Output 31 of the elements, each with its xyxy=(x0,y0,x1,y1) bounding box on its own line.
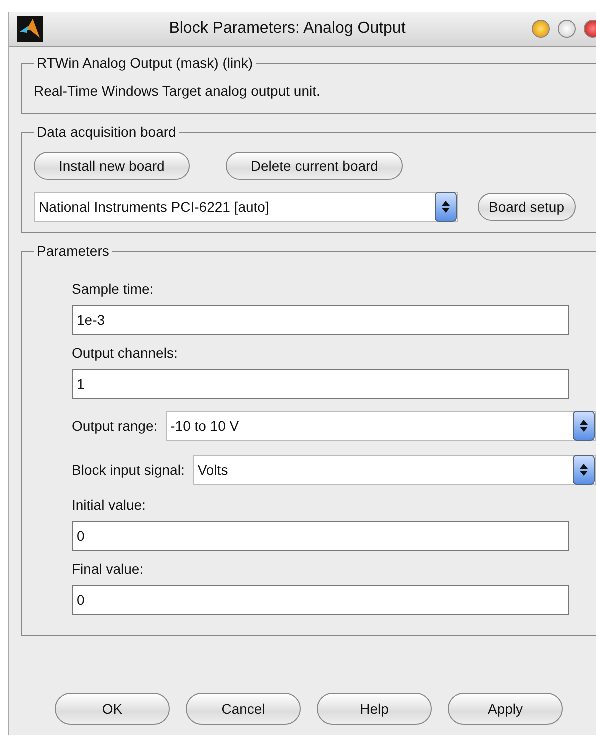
input-field[interactable]: 0 xyxy=(72,585,569,615)
zoom-button[interactable] xyxy=(558,20,576,38)
input-field[interactable]: 1 xyxy=(72,369,569,399)
dropdown[interactable]: -10 to 10 V xyxy=(166,411,596,441)
stepper-icon xyxy=(579,463,589,477)
input-field[interactable]: 0 xyxy=(72,521,569,551)
field-label: Initial value: xyxy=(72,497,147,513)
minimize-button[interactable] xyxy=(532,20,550,38)
app-logo-icon xyxy=(17,16,43,42)
board-button[interactable]: Delete current board xyxy=(226,152,404,180)
group-legend: RTWin Analog Output (mask) (link) xyxy=(34,55,256,71)
field-label: Sample time: xyxy=(72,281,155,297)
stepper-icon xyxy=(579,419,589,433)
group-legend: Parameters xyxy=(34,243,112,259)
field-label: Output channels: xyxy=(72,345,179,361)
board-button[interactable]: Install new board xyxy=(34,152,190,180)
dialog-button[interactable]: Apply xyxy=(448,693,563,725)
dialog-button[interactable]: Cancel xyxy=(186,693,301,725)
window-title: Block Parameters: Analog Output xyxy=(168,20,407,38)
dialog-button[interactable]: Help xyxy=(317,693,432,725)
description-text: Real-Time Windows Target analog output unit. xyxy=(34,82,322,101)
dialog-button[interactable]: OK xyxy=(55,693,170,725)
board-dropdown[interactable]: National Instruments PCI-6221 [auto] xyxy=(34,192,458,222)
board-setup-button[interactable]: Board setup xyxy=(478,193,576,221)
stepper-icon xyxy=(441,200,451,214)
dropdown[interactable]: Volts xyxy=(192,455,596,485)
field-label: Output range: xyxy=(72,418,158,434)
field-label: Block input signal: xyxy=(72,462,185,478)
group-legend: Data acquisition board xyxy=(34,124,180,140)
field-label: Final value: xyxy=(72,561,145,577)
input-field[interactable]: 1e-3 xyxy=(72,305,569,335)
